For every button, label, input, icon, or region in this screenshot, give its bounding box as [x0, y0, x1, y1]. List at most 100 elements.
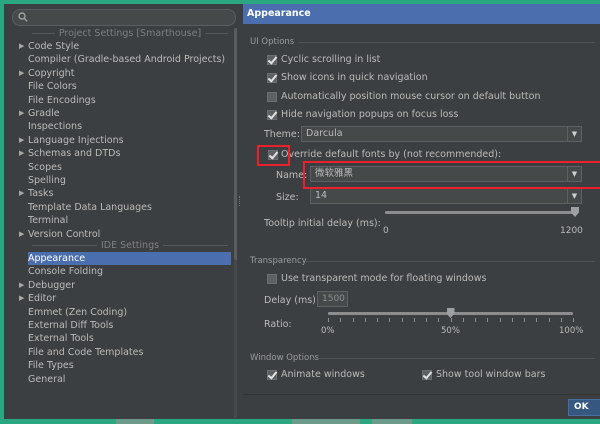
ide-setting-item[interactable]: External Tools	[28, 332, 231, 345]
ide-setting-item-label: General	[28, 373, 66, 385]
animate-windows-checkbox[interactable]	[267, 370, 277, 380]
project-setting-item-label: Copyright	[28, 67, 75, 79]
panel-title: Appearance	[243, 4, 600, 24]
section-transparency: Transparency	[250, 256, 307, 266]
tool-window-bars-label: Show tool window bars	[436, 369, 546, 380]
ide-setting-item[interactable]: File Types	[28, 359, 231, 372]
cyclic-scrolling-checkbox[interactable]	[267, 55, 277, 65]
ratio-tick-mark	[462, 318, 464, 322]
ratio-tick-0: 0%	[321, 326, 335, 336]
chevron-down-icon: ▼	[567, 189, 581, 203]
ide-setting-item[interactable]: Console Folding	[28, 265, 231, 278]
ratio-tick-mark	[328, 318, 329, 322]
ratio-tick-mark	[401, 318, 403, 322]
font-size-label: Size:	[276, 192, 299, 203]
appearance-panel: Appearance UI Options Cyclic scrolling i…	[243, 4, 600, 419]
section-divider	[299, 42, 595, 43]
project-setting-item[interactable]: ▶ Tasks	[19, 187, 231, 200]
project-setting-item-label: File Encodings	[28, 94, 96, 106]
tooltip-delay-slider-thumb[interactable]	[571, 207, 579, 217]
ide-setting-item[interactable]: ▶ Editor	[19, 292, 231, 305]
project-setting-item-label: Terminal	[28, 215, 69, 227]
ide-setting-item[interactable]: Emmet (Zen Coding)	[28, 306, 231, 319]
ratio-tick-mark	[426, 318, 427, 322]
ratio-tick-mark	[413, 318, 415, 322]
expand-arrow-icon[interactable]: ▶	[19, 147, 24, 160]
ide-setting-item[interactable]: General	[28, 373, 231, 386]
project-setting-item[interactable]: File Colors	[28, 80, 231, 93]
project-setting-item[interactable]: Template Data Languages	[28, 201, 231, 214]
ratio-tick-100: 100%	[559, 326, 584, 336]
expand-arrow-icon[interactable]: ▶	[19, 187, 24, 200]
project-setting-item-label: Compiler (Gradle-based Android Projects)	[28, 54, 226, 66]
expand-arrow-icon[interactable]: ▶	[19, 67, 24, 80]
theme-value: Darcula	[306, 128, 343, 139]
project-setting-item-label: Template Data Languages	[28, 201, 152, 213]
project-setting-item[interactable]: Spelling	[28, 174, 231, 187]
expand-arrow-icon[interactable]: ▶	[19, 279, 24, 292]
project-setting-item[interactable]: Inspections	[28, 120, 231, 133]
settings-search-input[interactable]	[12, 9, 236, 26]
ide-setting-item[interactable]: ▶ Debugger	[19, 279, 231, 292]
project-setting-item[interactable]: ▶ Code Style	[19, 40, 231, 53]
ide-setting-item-label: File and Code Templates	[28, 346, 144, 358]
delay-input[interactable]: 1500	[317, 291, 348, 307]
settings-tree-panel: Project Settings [Smarthouse] ▶ Code Styl…	[4, 4, 240, 419]
ide-setting-item-label: Emmet (Zen Coding)	[28, 306, 128, 318]
ide-setting-item[interactable]: Appearance	[28, 252, 231, 266]
project-setting-item[interactable]: ▶ Gradle	[19, 107, 231, 120]
ratio-tick-mark	[573, 318, 574, 322]
animate-windows-label: Animate windows	[281, 369, 365, 380]
project-setting-item[interactable]: Compiler (Gradle-based Android Projects)	[28, 53, 231, 66]
taskbar-tab[interactable]	[116, 419, 154, 424]
project-setting-item-label: File Colors	[28, 81, 77, 93]
ide-setting-item[interactable]: File and Code Templates	[28, 346, 231, 359]
auto-mouse-checkbox[interactable]	[267, 92, 277, 102]
project-setting-item[interactable]: ▶ Schemas and DTDs	[19, 147, 231, 160]
ok-button[interactable]: OK	[568, 399, 600, 416]
tooltip-max-label: 1200	[560, 226, 583, 236]
expand-arrow-icon[interactable]: ▶	[19, 292, 24, 305]
expand-arrow-icon[interactable]: ▶	[19, 228, 24, 241]
ide-setting-item[interactable]: External Diff Tools	[28, 319, 231, 332]
theme-select[interactable]: Darcula ▼	[301, 126, 582, 142]
ide-setting-item-label: External Diff Tools	[28, 320, 114, 331]
section-divider	[313, 358, 595, 359]
project-setting-item-label: Spelling	[28, 175, 66, 186]
ratio-tick-mark	[377, 318, 378, 322]
font-size-select[interactable]: 14 ▼	[310, 188, 582, 204]
highlight-box-checkbox	[257, 145, 290, 166]
tooltip-min-label: 0	[383, 226, 389, 236]
project-setting-item-label: Language Injections	[28, 134, 124, 146]
ratio-slider-thumb[interactable]	[446, 308, 455, 318]
hide-popups-checkbox[interactable]	[267, 110, 277, 120]
panel-footer-divider	[243, 394, 600, 395]
tooltip-delay-slider[interactable]	[385, 211, 575, 214]
ratio-tick-mark	[511, 318, 513, 322]
project-setting-item[interactable]: File Encodings	[28, 94, 231, 107]
group-project-settings: Project Settings [Smarthouse]	[28, 27, 232, 40]
search-icon	[18, 12, 28, 22]
project-setting-item-label: Gradle	[28, 108, 60, 119]
project-setting-item-label: Tasks	[28, 188, 54, 200]
ratio-tick-mark	[340, 318, 342, 322]
taskbar-tab[interactable]	[372, 419, 412, 424]
expand-arrow-icon[interactable]: ▶	[19, 40, 24, 53]
project-setting-item[interactable]: ▶ Copyright	[19, 67, 231, 80]
project-setting-item-label: Schemas and DTDs	[28, 148, 121, 160]
project-setting-item[interactable]: Terminal	[28, 214, 231, 227]
expand-arrow-icon[interactable]: ▶	[19, 107, 24, 120]
tool-window-bars-checkbox[interactable]	[422, 370, 432, 380]
transparent-mode-checkbox[interactable]	[267, 274, 277, 284]
splitter-grip	[239, 196, 241, 206]
ratio-tick-mark	[475, 318, 476, 322]
section-divider	[305, 261, 595, 262]
project-setting-item[interactable]: Scopes	[28, 161, 231, 174]
project-setting-item-label: Scopes	[28, 161, 62, 173]
delay-value: 1500	[322, 294, 345, 304]
show-icons-checkbox[interactable]	[267, 73, 277, 83]
taskbar-tab[interactable]	[292, 419, 360, 424]
project-setting-item[interactable]: ▶ Language Injections	[19, 134, 231, 147]
expand-arrow-icon[interactable]: ▶	[19, 134, 24, 147]
ratio-tick-mark	[548, 318, 550, 322]
